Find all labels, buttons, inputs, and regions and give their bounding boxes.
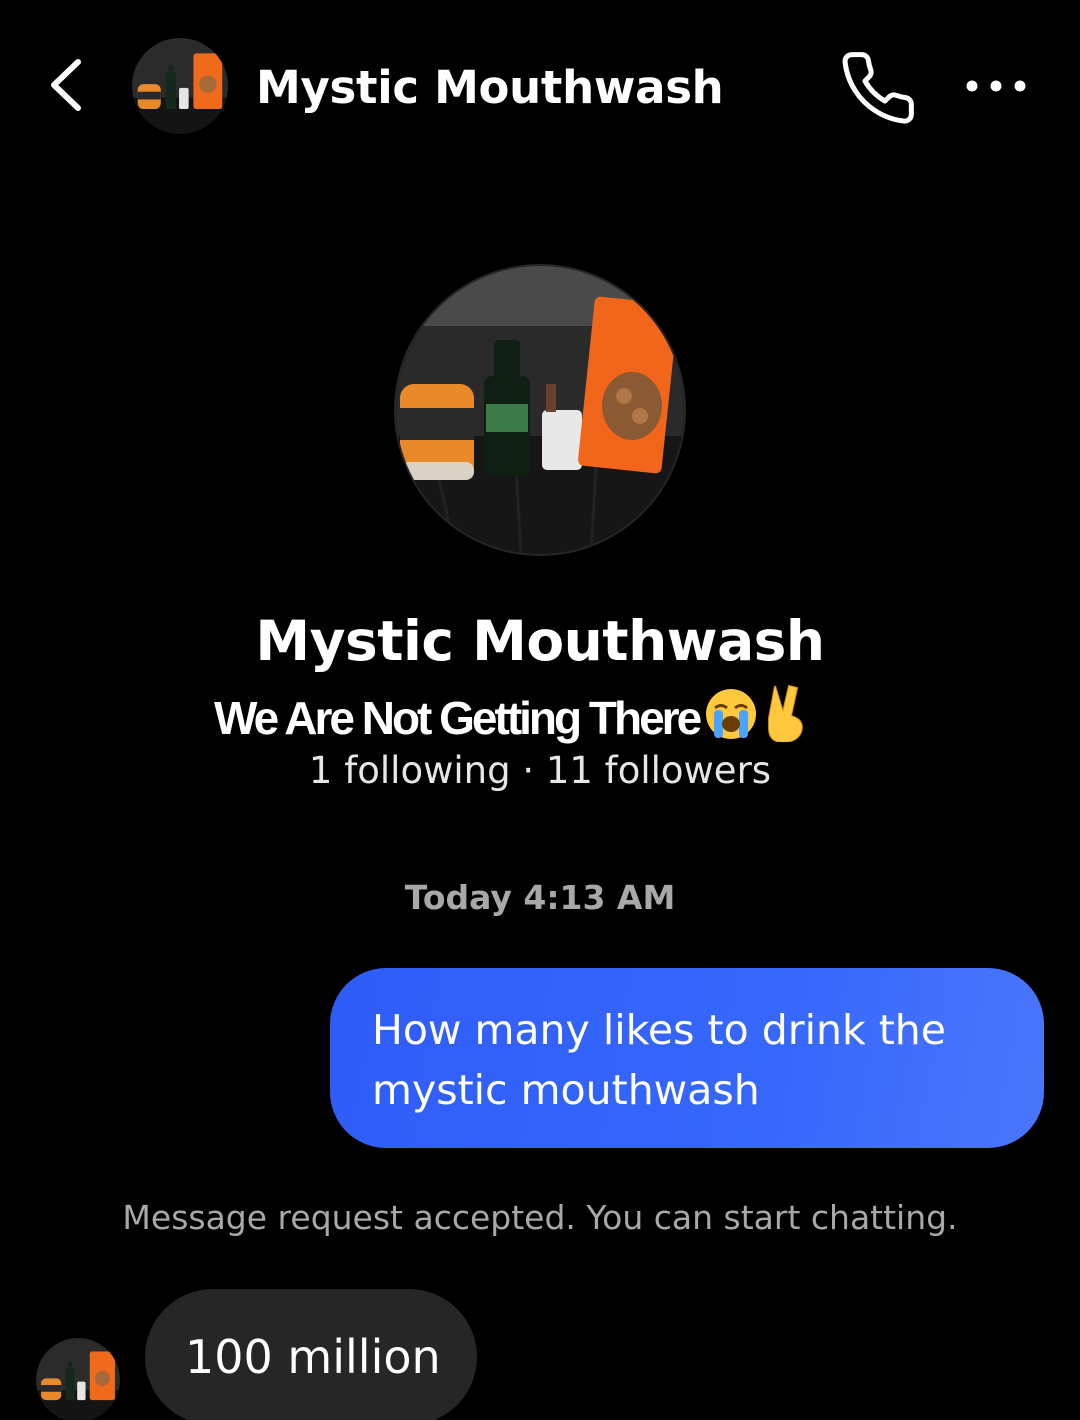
profile-image (396, 266, 684, 554)
back-button[interactable] (38, 50, 98, 120)
victory-hand-emoji (763, 682, 813, 742)
received-message-avatar[interactable] (36, 1338, 120, 1420)
sent-message-bubble[interactable]: How many likes to drink the mystic mouth… (330, 968, 1044, 1148)
loudly-crying-face-emoji (703, 686, 759, 742)
caption-text: We Are Not Getting There (212, 690, 704, 746)
received-message-bubble[interactable]: 100 million (145, 1289, 477, 1420)
header-title[interactable]: Mystic Mouthwash (256, 58, 724, 118)
header-avatar[interactable] (132, 38, 228, 134)
profile-name[interactable]: Mystic Mouthwash (0, 606, 1080, 676)
avatar (132, 38, 228, 134)
call-button[interactable] (838, 48, 918, 128)
more-options-button[interactable] (958, 58, 1038, 114)
video-caption-overlay: We Are Not Getting There (212, 682, 954, 747)
profile-photo[interactable] (396, 266, 684, 554)
chevron-left-icon (51, 59, 81, 111)
avatar (36, 1338, 120, 1420)
follow-stats: 1 following · 11 followers (308, 749, 772, 792)
received-message-text: 100 million (185, 1330, 441, 1384)
system-notice: Message request accepted. You can start … (122, 1198, 958, 1237)
sent-message-text: How many likes to drink the mystic mouth… (372, 1006, 947, 1114)
more-horizontal-icon (966, 80, 1026, 92)
message-timestamp: Today 4:13 AM (404, 878, 676, 917)
phone-icon (842, 52, 914, 124)
chat-header: Mystic Mouthwash (0, 0, 1080, 175)
